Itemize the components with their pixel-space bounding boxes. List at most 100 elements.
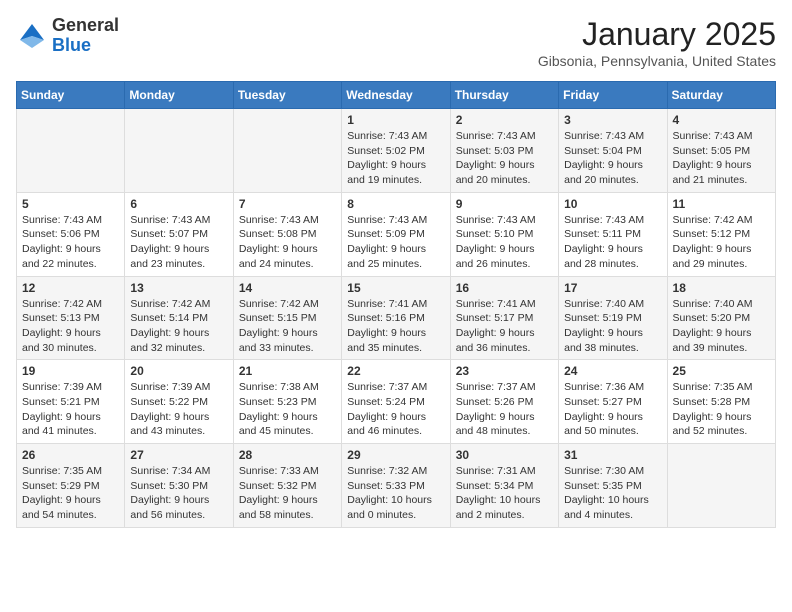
day-info: Sunrise: 7:40 AMSunset: 5:19 PMDaylight:… [564,297,661,356]
day-number: 18 [673,281,770,295]
sunrise-text: Sunrise: 7:43 AM [564,129,661,144]
calendar-cell [667,444,775,528]
daylight-text: Daylight: 9 hours and 50 minutes. [564,410,661,439]
day-info: Sunrise: 7:39 AMSunset: 5:21 PMDaylight:… [22,380,119,439]
sunrise-text: Sunrise: 7:43 AM [347,213,444,228]
day-info: Sunrise: 7:41 AMSunset: 5:16 PMDaylight:… [347,297,444,356]
calendar-cell: 3Sunrise: 7:43 AMSunset: 5:04 PMDaylight… [559,109,667,193]
day-info: Sunrise: 7:36 AMSunset: 5:27 PMDaylight:… [564,380,661,439]
day-number: 29 [347,448,444,462]
sunrise-text: Sunrise: 7:41 AM [456,297,553,312]
daylight-text: Daylight: 9 hours and 54 minutes. [22,493,119,522]
sunrise-text: Sunrise: 7:42 AM [673,213,770,228]
sunset-text: Sunset: 5:35 PM [564,479,661,494]
calendar-cell: 17 Sunrise: 7:40 AMSunset: 5:19 PMDayligh… [559,276,667,360]
header-row: SundayMondayTuesdayWednesdayThursdayFrid… [17,82,776,109]
calendar-week-row: 1 Sunrise: 7:43 AMSunset: 5:02 PMDaylight… [17,109,776,193]
calendar-cell: 25 Sunrise: 7:35 AMSunset: 5:28 PMDayligh… [667,360,775,444]
calendar-cell [17,109,125,193]
daylight-text: Daylight: 9 hours and 28 minutes. [564,242,661,271]
daylight-text: Daylight: 9 hours and 20 minutes. [456,158,553,187]
calendar-cell: 29Sunrise: 7:32 AMSunset: 5:33 PMDayligh… [342,444,450,528]
sunset-text: Sunset: 5:14 PM [130,311,227,326]
day-info: Sunrise: 7:35 AMSunset: 5:29 PMDaylight:… [22,464,119,523]
calendar-cell: 18Sunrise: 7:40 AMSunset: 5:20 PMDayligh… [667,276,775,360]
calendar-cell: 4 Sunrise: 7:43 AMSunset: 5:05 PMDaylight… [667,109,775,193]
daylight-text: Daylight: 9 hours and 46 minutes. [347,410,444,439]
daylight-text: Daylight: 10 hours and 2 minutes. [456,493,553,522]
page-header: General Blue January 2025 Gibsonia, Penn… [16,16,776,69]
daylight-text: Daylight: 9 hours and 25 minutes. [347,242,444,271]
day-info: Sunrise: 7:33 AMSunset: 5:32 PMDaylight:… [239,464,336,523]
daylight-text: Daylight: 9 hours and 41 minutes. [22,410,119,439]
day-number: 26 [22,448,119,462]
daylight-text: Daylight: 9 hours and 22 minutes. [22,242,119,271]
day-number: 28 [239,448,336,462]
day-info: Sunrise: 7:34 AMSunset: 5:30 PMDaylight:… [130,464,227,523]
day-number: 19 [22,364,119,378]
day-info: Sunrise: 7:43 AMSunset: 5:07 PMDaylight:… [130,213,227,272]
day-number: 21 [239,364,336,378]
daylight-text: Daylight: 9 hours and 56 minutes. [130,493,227,522]
logo-blue: Blue [52,36,119,56]
sunrise-text: Sunrise: 7:43 AM [130,213,227,228]
daylight-text: Daylight: 9 hours and 43 minutes. [130,410,227,439]
daylight-text: Daylight: 9 hours and 58 minutes. [239,493,336,522]
sunrise-text: Sunrise: 7:30 AM [564,464,661,479]
sunset-text: Sunset: 5:20 PM [673,311,770,326]
sunrise-text: Sunrise: 7:39 AM [130,380,227,395]
day-number: 14 [239,281,336,295]
day-info: Sunrise: 7:42 AMSunset: 5:13 PMDaylight:… [22,297,119,356]
daylight-text: Daylight: 9 hours and 24 minutes. [239,242,336,271]
daylight-text: Daylight: 9 hours and 33 minutes. [239,326,336,355]
calendar-cell: 11Sunrise: 7:42 AMSunset: 5:12 PMDayligh… [667,192,775,276]
sunset-text: Sunset: 5:06 PM [22,227,119,242]
logo-text: General Blue [52,16,119,56]
daylight-text: Daylight: 10 hours and 4 minutes. [564,493,661,522]
day-number: 1 [347,113,444,127]
weekday-header: Friday [559,82,667,109]
sunrise-text: Sunrise: 7:43 AM [239,213,336,228]
weekday-header: Sunday [17,82,125,109]
sunset-text: Sunset: 5:24 PM [347,395,444,410]
day-info: Sunrise: 7:35 AMSunset: 5:28 PMDaylight:… [673,380,770,439]
day-number: 25 [673,364,770,378]
day-number: 31 [564,448,661,462]
day-number: 10 [564,197,661,211]
calendar-cell: 27Sunrise: 7:34 AMSunset: 5:30 PMDayligh… [125,444,233,528]
daylight-text: Daylight: 9 hours and 20 minutes. [564,158,661,187]
calendar-cell: 5Sunrise: 7:43 AMSunset: 5:06 PMDaylight… [17,192,125,276]
sunrise-text: Sunrise: 7:43 AM [456,213,553,228]
weekday-header: Thursday [450,82,558,109]
day-info: Sunrise: 7:41 AMSunset: 5:17 PMDaylight:… [456,297,553,356]
sunrise-text: Sunrise: 7:34 AM [130,464,227,479]
day-number: 17 [564,281,661,295]
day-number: 4 [673,113,770,127]
sunrise-text: Sunrise: 7:42 AM [130,297,227,312]
day-number: 24 [564,364,661,378]
sunrise-text: Sunrise: 7:35 AM [22,464,119,479]
day-info: Sunrise: 7:37 AMSunset: 5:24 PMDaylight:… [347,380,444,439]
day-info: Sunrise: 7:43 AMSunset: 5:05 PMDaylight:… [673,129,770,188]
calendar-cell: 19 Sunrise: 7:39 AMSunset: 5:21 PMDayligh… [17,360,125,444]
day-info: Sunrise: 7:43 AMSunset: 5:02 PMDaylight:… [347,129,444,188]
sunset-text: Sunset: 5:16 PM [347,311,444,326]
month-title: January 2025 [538,16,776,53]
sunrise-text: Sunrise: 7:39 AM [22,380,119,395]
weekday-header: Tuesday [233,82,341,109]
day-info: Sunrise: 7:31 AMSunset: 5:34 PMDaylight:… [456,464,553,523]
sunrise-text: Sunrise: 7:38 AM [239,380,336,395]
sunrise-text: Sunrise: 7:43 AM [347,129,444,144]
day-info: Sunrise: 7:38 AMSunset: 5:23 PMDaylight:… [239,380,336,439]
daylight-text: Daylight: 9 hours and 29 minutes. [673,242,770,271]
calendar-cell: 30Sunrise: 7:31 AMSunset: 5:34 PMDayligh… [450,444,558,528]
sunrise-text: Sunrise: 7:35 AM [673,380,770,395]
day-info: Sunrise: 7:43 AMSunset: 5:03 PMDaylight:… [456,129,553,188]
sunrise-text: Sunrise: 7:37 AM [456,380,553,395]
calendar-cell: 31 Sunrise: 7:30 AMSunset: 5:35 PMDayligh… [559,444,667,528]
day-number: 9 [456,197,553,211]
day-number: 8 [347,197,444,211]
sunset-text: Sunset: 5:04 PM [564,144,661,159]
day-number: 6 [130,197,227,211]
daylight-text: Daylight: 9 hours and 45 minutes. [239,410,336,439]
